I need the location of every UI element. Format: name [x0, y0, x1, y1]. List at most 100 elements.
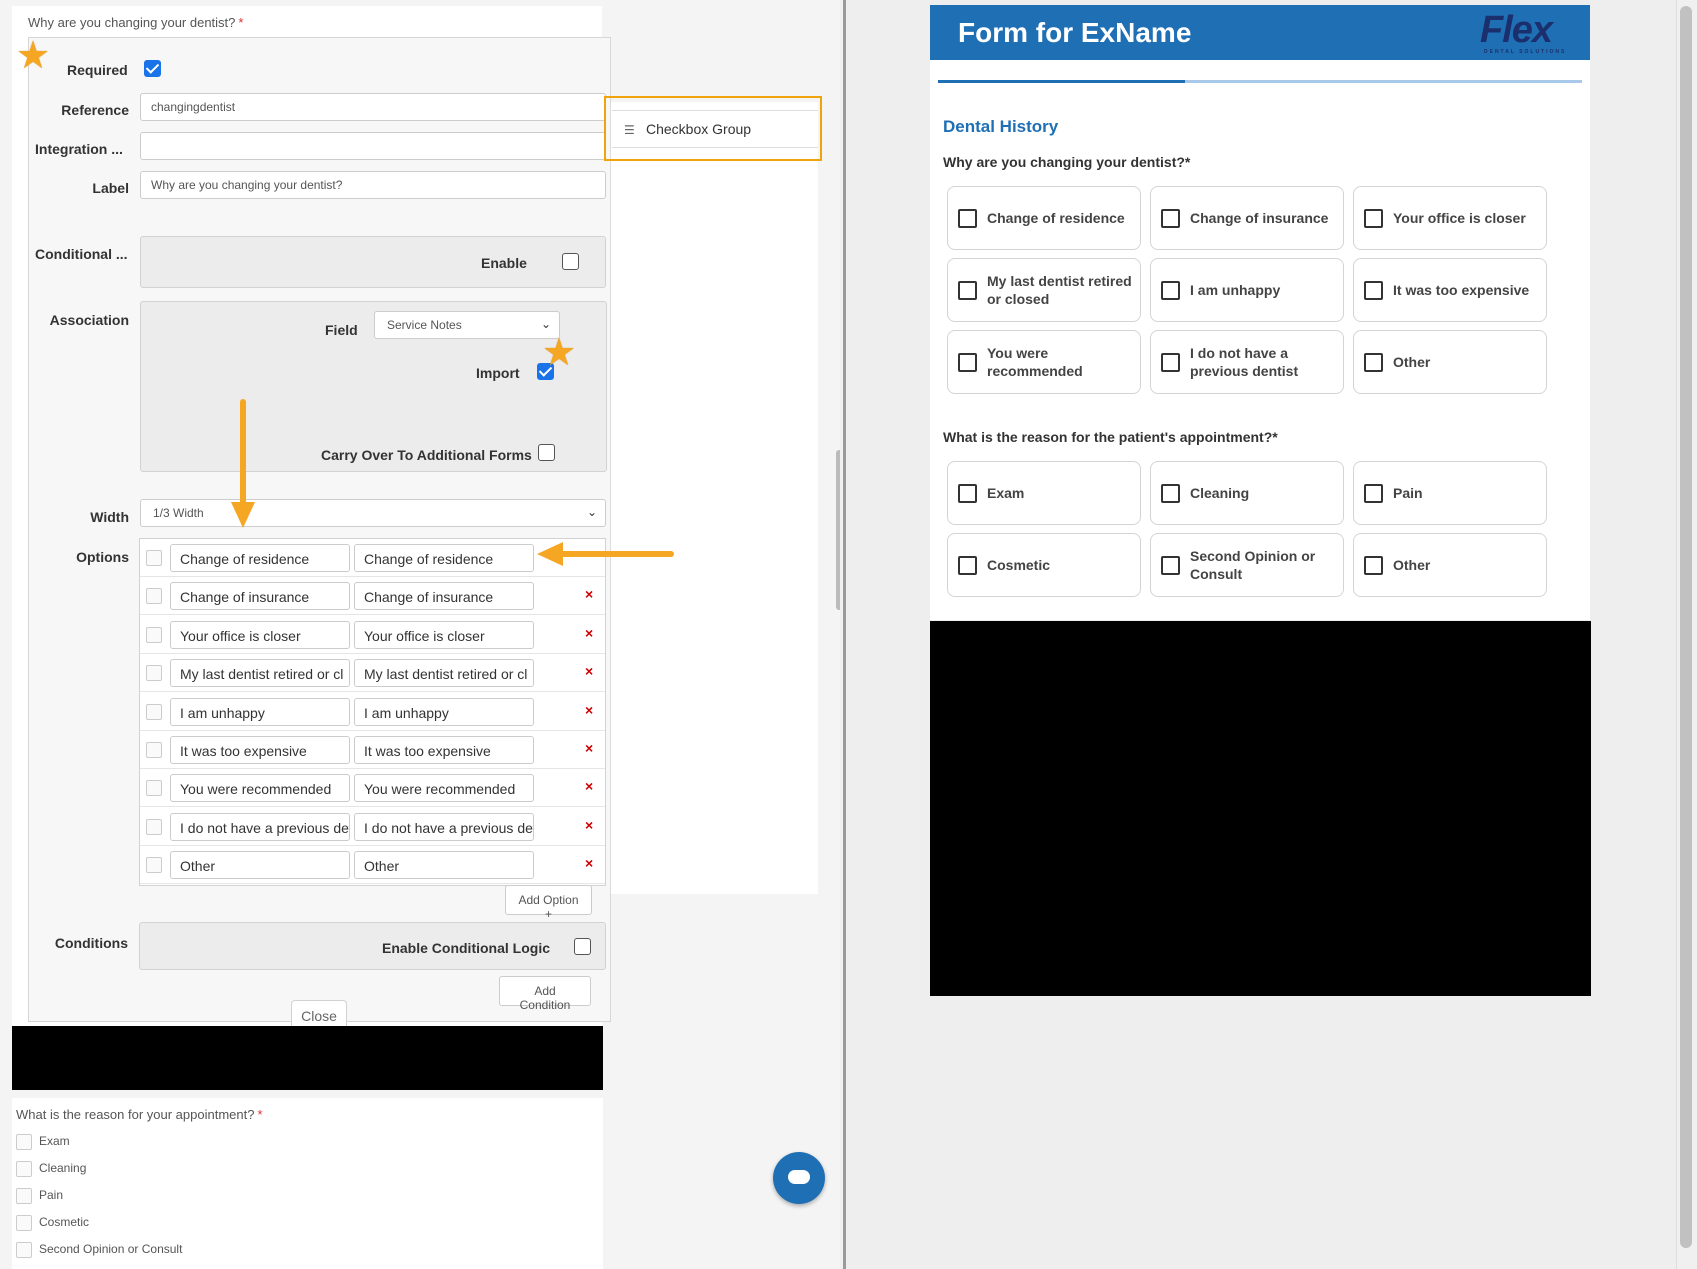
option-value-input[interactable]: My last dentist retired or cl — [170, 659, 350, 688]
form-preview-panel: Form for ExName Flex DENTAL SOLUTIONS De… — [846, 0, 1697, 1269]
scrollbar[interactable] — [1680, 6, 1692, 1248]
choice-tile[interactable]: I am unhappy — [1150, 258, 1344, 322]
option-checkbox[interactable] — [16, 1161, 32, 1177]
integration-label: Integration ... — [35, 141, 123, 157]
option-value-input[interactable]: Change of insurance — [170, 582, 350, 611]
choice-tile[interactable]: Change of insurance — [1150, 186, 1344, 250]
choice-tile[interactable]: Change of residence — [947, 186, 1141, 250]
appointment-option[interactable]: Exam — [16, 1134, 70, 1150]
option-label-input[interactable]: Other — [354, 851, 534, 880]
choice-checkbox[interactable] — [1161, 556, 1180, 575]
scrollbar[interactable] — [836, 450, 840, 610]
carry-over-label: Carry Over To Additional Forms — [321, 447, 532, 463]
option-value-input[interactable]: I am unhappy — [170, 697, 350, 726]
option-label-input[interactable]: My last dentist retired or cl — [354, 659, 534, 688]
label-label: Label — [92, 180, 129, 196]
option-label-input[interactable]: I do not have a previous de — [354, 812, 534, 841]
choice-tile[interactable]: Cleaning — [1150, 461, 1344, 525]
delete-option-icon[interactable]: × — [585, 740, 593, 756]
width-select[interactable]: 1/3 Width ⌄ — [140, 499, 606, 527]
field-palette — [610, 102, 818, 894]
option-checkbox[interactable] — [16, 1242, 32, 1258]
option-value-input[interactable]: Your office is closer — [170, 620, 350, 649]
choice-checkbox[interactable] — [958, 353, 977, 372]
options-label: Options — [76, 549, 129, 565]
option-label-input[interactable]: I am unhappy — [354, 697, 534, 726]
option-default-checkbox[interactable] — [146, 857, 162, 874]
choice-tile[interactable]: Other — [1353, 533, 1547, 597]
appointment-option-label: Second Opinion or Consult — [39, 1242, 183, 1257]
option-label-input[interactable]: It was too expensive — [354, 736, 534, 764]
carry-over-checkbox[interactable] — [538, 444, 555, 461]
option-default-checkbox[interactable] — [146, 818, 162, 835]
add-option-button[interactable]: Add Option + — [505, 885, 592, 921]
appointment-option[interactable]: Cosmetic — [16, 1215, 89, 1231]
option-checkbox[interactable] — [16, 1188, 32, 1204]
choice-tile[interactable]: My last dentist retired or closed — [947, 258, 1141, 322]
option-default-checkbox[interactable] — [146, 780, 162, 797]
option-label-input[interactable]: Your office is closer — [354, 620, 534, 649]
choice-checkbox[interactable] — [1161, 281, 1180, 300]
delete-option-icon[interactable]: × — [585, 817, 593, 833]
choice-tile[interactable]: Second Opinion or Consult — [1150, 533, 1344, 597]
option-value-input[interactable]: You were recommended — [170, 774, 350, 803]
choice-tile[interactable]: Cosmetic — [947, 533, 1141, 597]
option-value-input[interactable]: I do not have a previous de — [170, 812, 350, 841]
label-input[interactable]: Why are you changing your dentist? — [140, 171, 606, 199]
choice-checkbox[interactable] — [958, 484, 977, 503]
choice-tile[interactable]: You were recommended — [947, 330, 1141, 394]
add-condition-button[interactable]: Add Condition — [499, 976, 591, 1012]
option-label-input[interactable]: Change of insurance — [354, 582, 534, 611]
integration-input[interactable] — [140, 132, 606, 160]
choice-checkbox[interactable] — [1161, 484, 1180, 503]
option-default-checkbox[interactable] — [146, 550, 162, 566]
redacted-region — [12, 1026, 603, 1090]
option-value-input[interactable]: Other — [170, 851, 350, 880]
choice-checkbox[interactable] — [958, 209, 977, 228]
options-table: Change of residence Change of residence Ch… — [139, 538, 606, 886]
option-label-input[interactable]: You were recommended — [354, 774, 534, 803]
field-select[interactable]: Service Notes ⌄ — [374, 311, 560, 339]
option-default-checkbox[interactable] — [146, 626, 162, 643]
choice-checkbox[interactable] — [1161, 353, 1180, 372]
choice-tile[interactable]: Other — [1353, 330, 1547, 394]
choice-checkbox[interactable] — [958, 556, 977, 575]
option-label-input[interactable]: Change of residence — [354, 544, 534, 572]
choice-checkbox[interactable] — [1364, 281, 1383, 300]
choice-checkbox[interactable] — [1364, 209, 1383, 228]
delete-option-icon[interactable]: × — [585, 778, 593, 794]
option-default-checkbox[interactable] — [146, 588, 162, 605]
form-header: Form for ExName Flex DENTAL SOLUTIONS — [930, 5, 1590, 60]
choice-tile[interactable]: It was too expensive — [1353, 258, 1547, 322]
required-checkbox[interactable] — [144, 60, 161, 77]
option-checkbox[interactable] — [16, 1215, 32, 1231]
choice-tile[interactable]: Exam — [947, 461, 1141, 525]
delete-option-icon[interactable]: × — [585, 625, 593, 641]
option-value-input[interactable]: Change of residence — [170, 544, 350, 572]
delete-option-icon[interactable]: × — [585, 855, 593, 871]
choice-checkbox[interactable] — [958, 281, 977, 300]
option-value-input[interactable]: It was too expensive — [170, 736, 350, 764]
choice-checkbox[interactable] — [1364, 353, 1383, 372]
choice-checkbox[interactable] — [1364, 484, 1383, 503]
option-default-checkbox[interactable] — [146, 703, 162, 720]
reference-input[interactable]: changingdentist — [140, 93, 606, 121]
enable-checkbox[interactable] — [562, 253, 579, 270]
option-default-checkbox[interactable] — [146, 742, 162, 758]
appointment-option[interactable]: Second Opinion or Consult — [16, 1242, 182, 1258]
appointment-option[interactable]: Pain — [16, 1188, 63, 1204]
enable-logic-checkbox[interactable] — [574, 938, 591, 955]
choice-checkbox[interactable] — [1364, 556, 1383, 575]
choice-tile[interactable]: Your office is closer — [1353, 186, 1547, 250]
appointment-option[interactable]: Cleaning — [16, 1161, 86, 1177]
delete-option-icon[interactable]: × — [585, 702, 593, 718]
choice-tile[interactable]: Pain — [1353, 461, 1547, 525]
choice-tile[interactable]: I do not have a previous dentist — [1150, 330, 1344, 394]
delete-option-icon[interactable]: × — [585, 663, 593, 679]
delete-option-icon[interactable]: × — [585, 586, 593, 602]
option-row: Change of insurance Change of insurance × — [140, 577, 605, 616]
option-checkbox[interactable] — [16, 1134, 32, 1150]
option-default-checkbox[interactable] — [146, 665, 162, 682]
choice-checkbox[interactable] — [1161, 209, 1180, 228]
chat-button[interactable] — [773, 1152, 825, 1204]
